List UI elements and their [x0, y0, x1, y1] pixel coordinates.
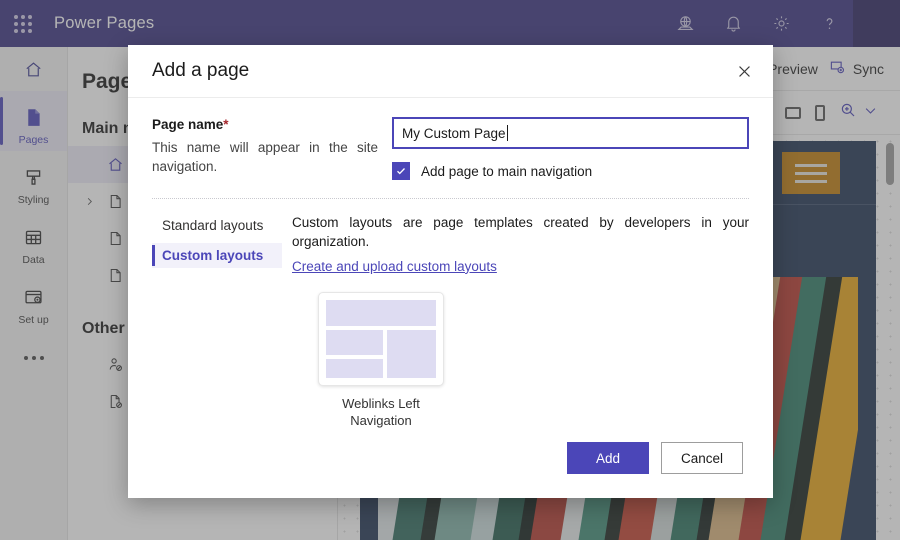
- close-icon[interactable]: [721, 48, 767, 94]
- layout-tabs: Standard layouts Custom layouts: [152, 213, 282, 429]
- create-upload-custom-layouts-link[interactable]: Create and upload custom layouts: [292, 259, 497, 274]
- main-nav-checkbox-row[interactable]: Add page to main navigation: [392, 162, 749, 180]
- cancel-button[interactable]: Cancel: [661, 442, 743, 474]
- dialog-title: Add a page: [152, 60, 250, 81]
- page-name-label-block: Page name* This name will appear in the …: [152, 117, 392, 180]
- thumb-right-block: [387, 329, 436, 378]
- tab-standard-layouts[interactable]: Standard layouts: [152, 213, 282, 238]
- thumb-left-block-2: [326, 359, 384, 378]
- main-nav-checkbox-label: Add page to main navigation: [421, 163, 593, 179]
- app-root: Power Pages Pages Styling Data Set up Pa…: [0, 0, 900, 540]
- thumb-left-column: [326, 329, 384, 378]
- layout-card-list: Weblinks Left Navigation: [292, 291, 749, 429]
- thumb-header-block: [326, 299, 436, 326]
- add-page-dialog: Add a page Page name* This name will app…: [128, 45, 773, 498]
- layouts-panel: Custom layouts are page templates create…: [282, 213, 749, 429]
- page-name-hint: This name will appear in the site naviga…: [152, 140, 378, 175]
- layouts-row: Standard layouts Custom layouts Custom l…: [152, 199, 749, 429]
- page-name-label: Page name*: [152, 117, 378, 132]
- add-button[interactable]: Add: [567, 442, 649, 474]
- required-marker: *: [223, 117, 229, 132]
- weblinks-left-navigation-thumbnail[interactable]: [318, 291, 444, 386]
- thumb-body: [326, 329, 436, 378]
- tab-custom-layouts[interactable]: Custom layouts: [152, 243, 282, 268]
- page-name-row: Page name* This name will appear in the …: [152, 98, 749, 180]
- main-nav-checkbox[interactable]: [392, 162, 410, 180]
- page-name-label-text: Page name: [152, 117, 224, 132]
- thumb-left-block-1: [326, 329, 384, 356]
- page-name-input[interactable]: My Custom Page: [392, 117, 749, 149]
- dialog-footer: Add Cancel: [128, 418, 773, 498]
- layouts-description: Custom layouts are page templates create…: [292, 215, 749, 250]
- page-name-value: My Custom Page: [402, 125, 506, 141]
- dialog-header: Add a page: [128, 45, 773, 98]
- page-name-input-block: My Custom Page Add page to main navigati…: [392, 117, 749, 180]
- dialog-body: Page name* This name will appear in the …: [128, 98, 773, 429]
- text-caret: [506, 125, 508, 141]
- layout-card[interactable]: Weblinks Left Navigation: [318, 291, 444, 429]
